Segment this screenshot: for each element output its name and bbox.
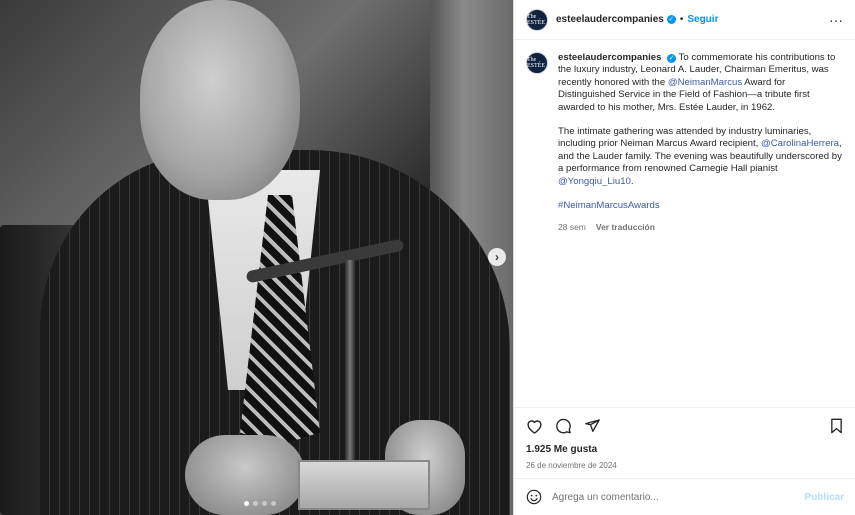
translate-button[interactable]: Ver traducción [596, 221, 655, 233]
chevron-right-icon: › [495, 250, 499, 264]
comment-bar: Publicar [514, 478, 855, 515]
post-age: 28 sem [558, 222, 586, 233]
mention-neimanmarcus[interactable]: @NeimanMarcus [668, 77, 742, 88]
post-header: The ESTÉE esteelaudercompanies ✓ • Segui… [514, 0, 855, 40]
caption-hashtags: #NeimanMarcusAwards [558, 200, 843, 212]
hashtag-link[interactable]: #NeimanMarcusAwards [558, 200, 660, 211]
avatar[interactable]: The ESTÉE [526, 8, 548, 31]
verified-badge-icon: ✓ [666, 15, 676, 24]
publish-button[interactable]: Publicar [805, 492, 844, 503]
post-sidebar: The ESTÉE esteelaudercompanies ✓ • Segui… [513, 0, 855, 515]
caption-block: The ESTÉE esteelaudercompanies ✓ To comm… [514, 40, 855, 234]
action-icons [526, 408, 844, 444]
separator-dot: • [679, 14, 684, 25]
heart-icon[interactable] [526, 418, 543, 434]
comment-input[interactable] [552, 491, 805, 503]
username-link[interactable]: esteelaudercompanies [556, 14, 664, 25]
mention-carolinaherrera[interactable]: @CarolinaHerrera [761, 138, 839, 149]
likes-count[interactable]: 1.925 Me gusta [526, 444, 844, 455]
carousel-dot [244, 501, 249, 506]
follow-button[interactable]: Seguir [687, 14, 718, 25]
award-plaque [298, 460, 430, 510]
share-icon[interactable] [584, 418, 601, 434]
carousel-dot [253, 501, 258, 506]
caption-text-segment: . [630, 175, 634, 187]
carousel-dot [262, 501, 267, 506]
comment-icon[interactable] [555, 418, 572, 434]
post-date: 26 de noviembre de 2024 [526, 461, 617, 470]
portrait-head [140, 0, 300, 200]
statue-pole [345, 260, 355, 475]
carousel-dot [271, 501, 276, 506]
caption-username[interactable]: esteelaudercompanies [558, 52, 661, 63]
caption-meta: 28 sem Ver traducción [558, 221, 843, 233]
verified-badge-icon: ✓ [667, 54, 677, 63]
caption-avatar[interactable]: The ESTÉE [526, 52, 548, 74]
actions-block: 1.925 Me gusta 26 de noviembre de 2024 [514, 407, 855, 470]
mention-yongqiu[interactable]: @Yongqiu_Liu10 [558, 176, 631, 187]
post-image[interactable]: › [0, 0, 513, 515]
more-options-icon[interactable]: ··· [829, 12, 843, 28]
carousel-dots [244, 501, 276, 506]
emoji-icon[interactable] [526, 489, 542, 505]
bookmark-icon[interactable] [829, 418, 844, 434]
caption-paragraph-1: esteelaudercompanies ✓ To commemorate hi… [558, 52, 843, 114]
caption-paragraph-2: The intimate gathering was attended by i… [558, 126, 843, 188]
caption-text: esteelaudercompanies ✓ To commemorate hi… [558, 52, 843, 234]
next-image-button[interactable]: › [488, 248, 506, 266]
